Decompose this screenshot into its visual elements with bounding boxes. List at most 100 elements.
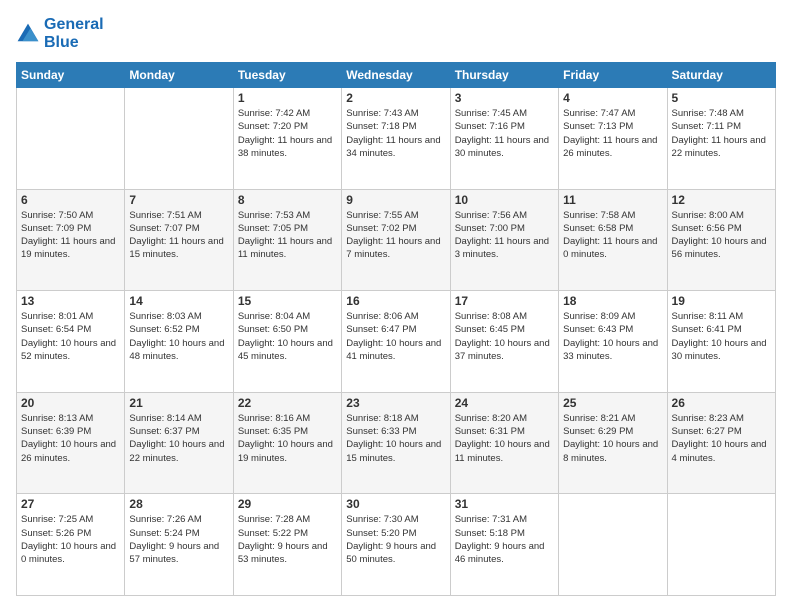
calendar-cell: 28 Sunrise: 7:26 AM Sunset: 5:24 PM Dayli… bbox=[125, 494, 233, 596]
day-info: Sunrise: 7:43 AM Sunset: 7:18 PM Dayligh… bbox=[346, 107, 445, 160]
calendar-cell: 17Sunrise: 8:08 AM Sunset: 6:45 PM Dayli… bbox=[450, 291, 558, 393]
day-number: 22 bbox=[238, 396, 337, 410]
page: General Blue SundayMondayTuesdayWednesda… bbox=[0, 0, 792, 612]
calendar-cell: 15 Sunrise: 8:04 AM Sunset: 6:50 PM Dayli… bbox=[233, 291, 341, 393]
logo-blue: Blue bbox=[44, 34, 104, 52]
day-info: Sunrise: 8:03 AM Sunset: 6:52 PM Dayligh… bbox=[129, 310, 228, 363]
day-number: 18 bbox=[563, 294, 662, 308]
calendar-cell bbox=[17, 88, 125, 190]
calendar-cell: 23Sunrise: 8:18 AM Sunset: 6:33 PM Dayli… bbox=[342, 392, 450, 494]
day-info: Sunrise: 8:11 AM Sunset: 6:41 PM Dayligh… bbox=[672, 310, 771, 363]
day-info: Sunrise: 7:51 AM Sunset: 7:07 PM Dayligh… bbox=[129, 209, 228, 262]
day-info: Sunrise: 8:04 AM Sunset: 6:50 PM Dayligh… bbox=[238, 310, 337, 363]
day-number: 30 bbox=[346, 497, 445, 511]
day-number: 4 bbox=[563, 91, 662, 105]
day-number: 27 bbox=[21, 497, 120, 511]
calendar-cell: 19 Sunrise: 8:11 AM Sunset: 6:41 PM Dayli… bbox=[667, 291, 775, 393]
day-number: 25 bbox=[563, 396, 662, 410]
calendar-cell: 20Sunrise: 8:13 AM Sunset: 6:39 PM Dayli… bbox=[17, 392, 125, 494]
day-number: 13 bbox=[21, 294, 120, 308]
day-info: Sunrise: 8:18 AM Sunset: 6:33 PM Dayligh… bbox=[346, 412, 445, 465]
calendar-cell: 9 Sunrise: 7:55 AM Sunset: 7:02 PM Daylig… bbox=[342, 189, 450, 291]
calendar-cell: 21 Sunrise: 8:14 AM Sunset: 6:37 PM Dayli… bbox=[125, 392, 233, 494]
calendar-cell: 6 Sunrise: 7:50 AM Sunset: 7:09 PM Daylig… bbox=[17, 189, 125, 291]
calendar-cell: 13 Sunrise: 8:01 AM Sunset: 6:54 PM Dayli… bbox=[17, 291, 125, 393]
day-info: Sunrise: 7:48 AM Sunset: 7:11 PM Dayligh… bbox=[672, 107, 771, 160]
calendar-cell: 5 Sunrise: 7:48 AM Sunset: 7:11 PM Daylig… bbox=[667, 88, 775, 190]
day-info: Sunrise: 8:08 AM Sunset: 6:45 PM Dayligh… bbox=[455, 310, 554, 363]
day-info: Sunrise: 7:55 AM Sunset: 7:02 PM Dayligh… bbox=[346, 209, 445, 262]
calendar-cell: 27Sunrise: 7:25 AM Sunset: 5:26 PM Dayli… bbox=[17, 494, 125, 596]
day-info: Sunrise: 7:53 AM Sunset: 7:05 PM Dayligh… bbox=[238, 209, 337, 262]
logo-general: General bbox=[44, 16, 104, 34]
weekday-header: Monday bbox=[125, 63, 233, 88]
calendar-cell: 4 Sunrise: 7:47 AM Sunset: 7:13 PM Daylig… bbox=[559, 88, 667, 190]
day-info: Sunrise: 8:00 AM Sunset: 6:56 PM Dayligh… bbox=[672, 209, 771, 262]
day-info: Sunrise: 8:23 AM Sunset: 6:27 PM Dayligh… bbox=[672, 412, 771, 465]
calendar-cell bbox=[667, 494, 775, 596]
day-info: Sunrise: 7:28 AM Sunset: 5:22 PM Dayligh… bbox=[238, 513, 337, 566]
calendar-cell: 12 Sunrise: 8:00 AM Sunset: 6:56 PM Dayli… bbox=[667, 189, 775, 291]
day-number: 5 bbox=[672, 91, 771, 105]
day-info: Sunrise: 7:50 AM Sunset: 7:09 PM Dayligh… bbox=[21, 209, 120, 262]
calendar-cell: 22 Sunrise: 8:16 AM Sunset: 6:35 PM Dayli… bbox=[233, 392, 341, 494]
calendar-cell: 7 Sunrise: 7:51 AM Sunset: 7:07 PM Daylig… bbox=[125, 189, 233, 291]
day-number: 21 bbox=[129, 396, 228, 410]
calendar-cell: 29Sunrise: 7:28 AM Sunset: 5:22 PM Dayli… bbox=[233, 494, 341, 596]
day-number: 1 bbox=[238, 91, 337, 105]
day-info: Sunrise: 8:20 AM Sunset: 6:31 PM Dayligh… bbox=[455, 412, 554, 465]
day-info: Sunrise: 7:58 AM Sunset: 6:58 PM Dayligh… bbox=[563, 209, 662, 262]
day-info: Sunrise: 8:09 AM Sunset: 6:43 PM Dayligh… bbox=[563, 310, 662, 363]
day-number: 12 bbox=[672, 193, 771, 207]
day-number: 26 bbox=[672, 396, 771, 410]
weekday-header: Friday bbox=[559, 63, 667, 88]
calendar-cell: 8 Sunrise: 7:53 AM Sunset: 7:05 PM Daylig… bbox=[233, 189, 341, 291]
day-number: 11 bbox=[563, 193, 662, 207]
calendar-cell: 25 Sunrise: 8:21 AM Sunset: 6:29 PM Dayli… bbox=[559, 392, 667, 494]
weekday-header: Tuesday bbox=[233, 63, 341, 88]
day-number: 14 bbox=[129, 294, 228, 308]
calendar-cell: 24 Sunrise: 8:20 AM Sunset: 6:31 PM Dayli… bbox=[450, 392, 558, 494]
day-info: Sunrise: 8:01 AM Sunset: 6:54 PM Dayligh… bbox=[21, 310, 120, 363]
calendar-cell: 1 Sunrise: 7:42 AM Sunset: 7:20 PM Daylig… bbox=[233, 88, 341, 190]
calendar-cell: 3 Sunrise: 7:45 AM Sunset: 7:16 PM Daylig… bbox=[450, 88, 558, 190]
calendar-cell: 16Sunrise: 8:06 AM Sunset: 6:47 PM Dayli… bbox=[342, 291, 450, 393]
calendar-cell: 14 Sunrise: 8:03 AM Sunset: 6:52 PM Dayli… bbox=[125, 291, 233, 393]
day-number: 15 bbox=[238, 294, 337, 308]
day-number: 8 bbox=[238, 193, 337, 207]
logo-text: General Blue bbox=[44, 16, 104, 52]
day-info: Sunrise: 7:42 AM Sunset: 7:20 PM Dayligh… bbox=[238, 107, 337, 160]
day-number: 3 bbox=[455, 91, 554, 105]
day-info: Sunrise: 7:56 AM Sunset: 7:00 PM Dayligh… bbox=[455, 209, 554, 262]
day-info: Sunrise: 8:21 AM Sunset: 6:29 PM Dayligh… bbox=[563, 412, 662, 465]
day-number: 19 bbox=[672, 294, 771, 308]
day-number: 24 bbox=[455, 396, 554, 410]
day-info: Sunrise: 7:45 AM Sunset: 7:16 PM Dayligh… bbox=[455, 107, 554, 160]
day-number: 9 bbox=[346, 193, 445, 207]
calendar-cell: 11 Sunrise: 7:58 AM Sunset: 6:58 PM Dayli… bbox=[559, 189, 667, 291]
calendar-cell: 18 Sunrise: 8:09 AM Sunset: 6:43 PM Dayli… bbox=[559, 291, 667, 393]
calendar-table: SundayMondayTuesdayWednesdayThursdayFrid… bbox=[16, 62, 776, 596]
calendar-cell: 26 Sunrise: 8:23 AM Sunset: 6:27 PM Dayli… bbox=[667, 392, 775, 494]
day-info: Sunrise: 8:16 AM Sunset: 6:35 PM Dayligh… bbox=[238, 412, 337, 465]
weekday-header: Thursday bbox=[450, 63, 558, 88]
day-info: Sunrise: 8:14 AM Sunset: 6:37 PM Dayligh… bbox=[129, 412, 228, 465]
day-info: Sunrise: 8:13 AM Sunset: 6:39 PM Dayligh… bbox=[21, 412, 120, 465]
day-number: 31 bbox=[455, 497, 554, 511]
calendar-cell: 30Sunrise: 7:30 AM Sunset: 5:20 PM Dayli… bbox=[342, 494, 450, 596]
day-info: Sunrise: 7:26 AM Sunset: 5:24 PM Dayligh… bbox=[129, 513, 228, 566]
day-number: 6 bbox=[21, 193, 120, 207]
logo-icon bbox=[16, 22, 40, 46]
weekday-header: Wednesday bbox=[342, 63, 450, 88]
header: General Blue bbox=[16, 16, 776, 52]
logo: General Blue bbox=[16, 16, 104, 52]
day-number: 16 bbox=[346, 294, 445, 308]
day-number: 10 bbox=[455, 193, 554, 207]
calendar-cell bbox=[559, 494, 667, 596]
day-number: 28 bbox=[129, 497, 228, 511]
calendar-cell: 2Sunrise: 7:43 AM Sunset: 7:18 PM Daylig… bbox=[342, 88, 450, 190]
calendar-cell bbox=[125, 88, 233, 190]
calendar-cell: 10 Sunrise: 7:56 AM Sunset: 7:00 PM Dayli… bbox=[450, 189, 558, 291]
day-info: Sunrise: 7:47 AM Sunset: 7:13 PM Dayligh… bbox=[563, 107, 662, 160]
day-number: 7 bbox=[129, 193, 228, 207]
